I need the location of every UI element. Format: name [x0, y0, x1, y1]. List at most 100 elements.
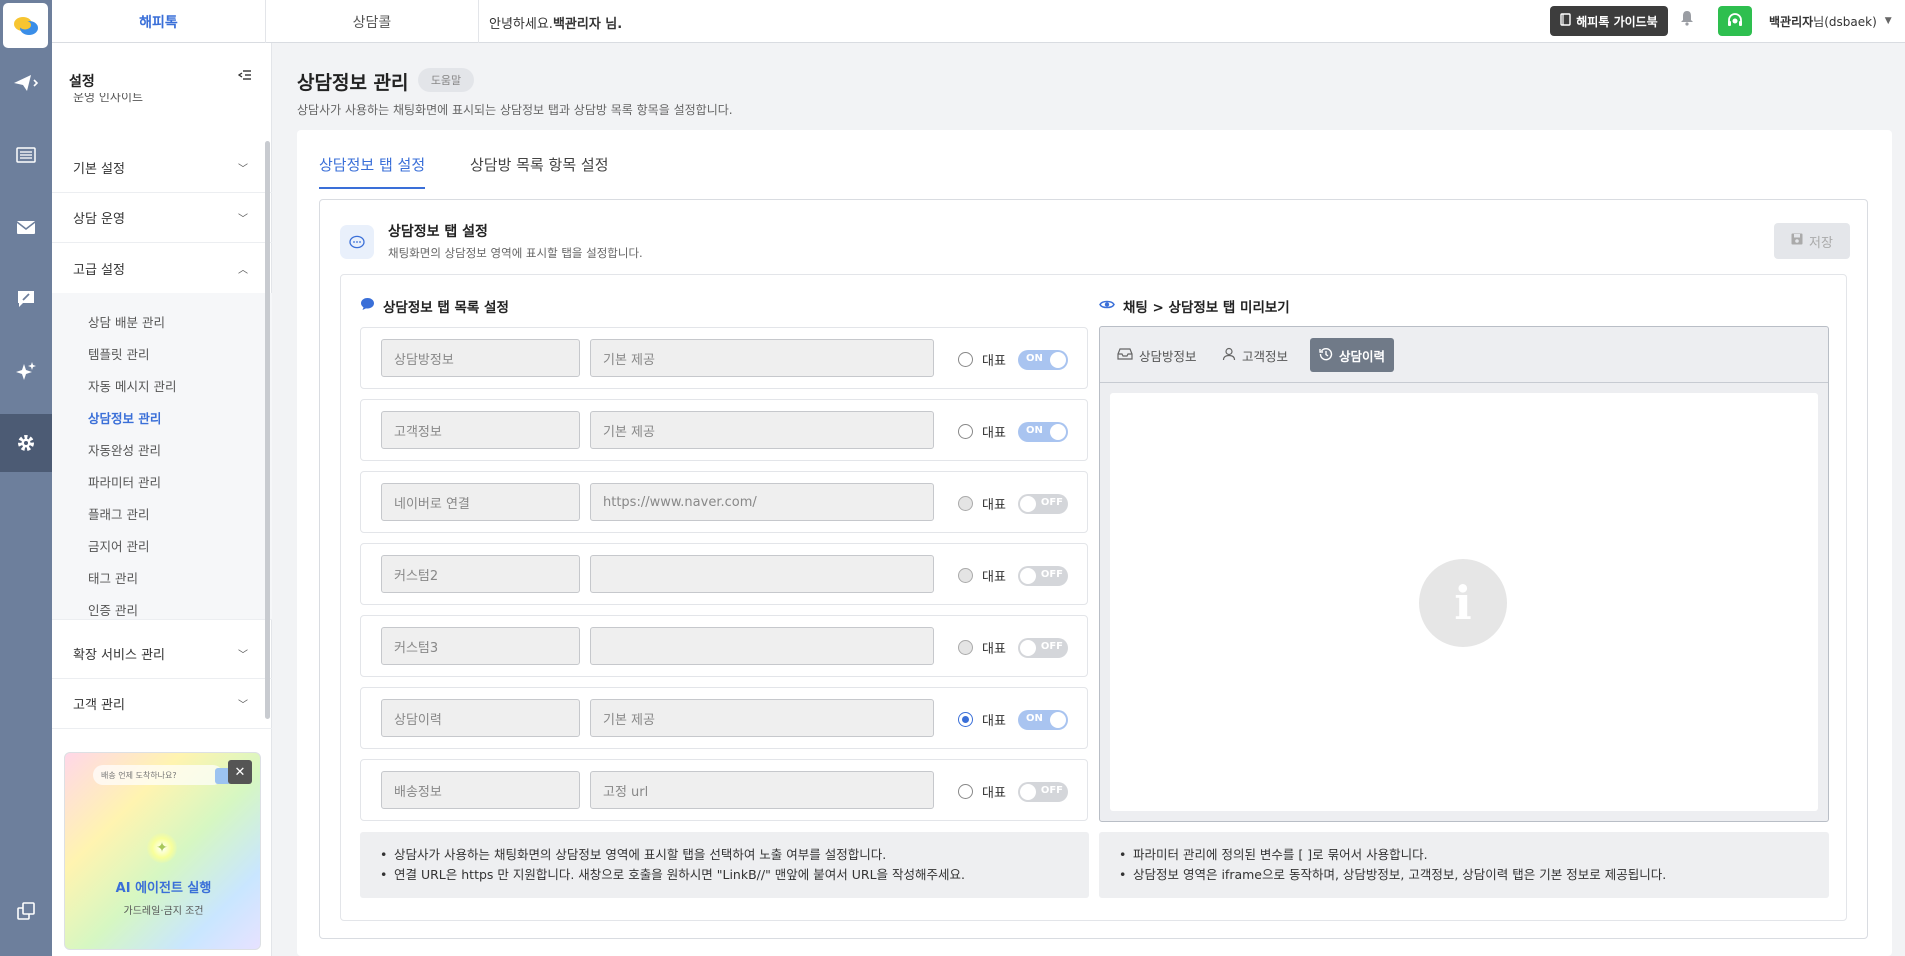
- mail-icon[interactable]: [0, 198, 52, 256]
- save-button[interactable]: 저장: [1774, 223, 1850, 259]
- preview-tab-customer-info[interactable]: 고객정보: [1213, 338, 1297, 372]
- toggle-label: OFF: [1040, 569, 1063, 580]
- sidebar-advanced-submenu: 상담 배분 관리 템플릿 관리 자동 메시지 관리 상담정보 관리 자동완성 관…: [52, 293, 272, 620]
- tab-row: 고객정보 기본 제공 대표 ON: [360, 399, 1088, 461]
- close-icon[interactable]: ✕: [228, 760, 252, 784]
- send-icon[interactable]: [0, 54, 52, 112]
- representative-radio[interactable]: [958, 424, 973, 439]
- greeting-prefix: 안녕하세요.: [489, 17, 553, 32]
- sidebar-item-tag[interactable]: 태그 관리: [88, 568, 138, 587]
- guide-book-button[interactable]: 해피톡 가이드북: [1550, 6, 1668, 36]
- visibility-toggle[interactable]: ON: [1018, 350, 1068, 370]
- sidebar-item-insight[interactable]: 운영 인사이트: [73, 93, 143, 105]
- chevron-down-icon: ﹀: [238, 650, 248, 661]
- preview-tab-history[interactable]: 상담이력: [1310, 338, 1395, 372]
- tab-row: 상담방정보 기본 제공 대표 ON: [360, 327, 1088, 389]
- tab-url-input[interactable]: [590, 627, 934, 665]
- tab-name-input[interactable]: 상담방정보: [381, 339, 580, 377]
- external-link-icon[interactable]: [0, 882, 52, 940]
- tab-counsel-info-tab-settings[interactable]: 상담정보 탭 설정: [319, 154, 426, 189]
- inbox-icon: [1117, 347, 1133, 363]
- note-item: 연결 URL은 https 만 지원합니다. 새창으로 호출을 원하시면 "Li…: [380, 865, 1069, 885]
- top-tab-counsel-call[interactable]: 상담콜: [266, 0, 479, 43]
- eye-icon: [1099, 299, 1115, 314]
- sidebar-item-flag[interactable]: 플래그 관리: [88, 504, 149, 523]
- tab-url-input[interactable]: 기본 제공: [590, 699, 934, 737]
- ai-sparkle-icon[interactable]: [0, 342, 52, 400]
- chat-edit-icon[interactable]: [0, 270, 52, 328]
- sidebar-section-customer[interactable]: 고객 관리 ﹀: [52, 679, 272, 729]
- headset-icon[interactable]: [1718, 6, 1752, 36]
- representative-radio[interactable]: [958, 784, 973, 799]
- tab-url-input[interactable]: [590, 555, 934, 593]
- tab-settings-section: 상담정보 탭 설정 채팅화면의 상담정보 영역에 표시할 탭을 설정합니다. 저…: [319, 199, 1868, 939]
- promo-subtitle: 가드레일·금지 조건: [123, 906, 204, 917]
- sidebar-section-advanced[interactable]: 고급 설정 ︿: [52, 243, 272, 293]
- bell-icon[interactable]: [1680, 10, 1694, 30]
- visibility-toggle[interactable]: OFF: [1018, 566, 1068, 586]
- tab-url-input[interactable]: https://www.naver.com/: [590, 483, 934, 521]
- tab-room-list-settings[interactable]: 상담방 목록 항목 설정: [470, 154, 609, 187]
- happytalk-logo-icon[interactable]: [3, 3, 48, 48]
- visibility-toggle[interactable]: OFF: [1018, 782, 1068, 802]
- help-button[interactable]: 도움말: [418, 68, 474, 92]
- settings-gear-icon[interactable]: [0, 414, 52, 472]
- tab-row: 커스텀2 대표 OFF: [360, 543, 1088, 605]
- user-menu[interactable]: 백관리자 님(dsbaek) ▼: [1760, 7, 1905, 35]
- tab-name-input[interactable]: 상담이력: [381, 699, 580, 737]
- sidebar-item-parameter[interactable]: 파라미터 관리: [88, 472, 161, 491]
- tab-url-input[interactable]: 고정 url: [590, 771, 934, 809]
- sidebar-section-basic[interactable]: 기본 설정 ﹀: [52, 143, 272, 193]
- ai-agent-promo[interactable]: 배송 언제 도착하나요? ✕ ✦ AI 에이전트 실행 가드레일·금지 조건: [64, 752, 261, 950]
- collapse-menu-icon[interactable]: [237, 69, 252, 85]
- sidebar-section-extension[interactable]: 확장 서비스 관리 ﹀: [52, 629, 272, 679]
- sidebar-section-operation[interactable]: 상담 운영 ﹀: [52, 193, 272, 243]
- history-icon: [1319, 347, 1333, 364]
- sidebar-item-counsel-info[interactable]: 상담정보 관리: [88, 408, 161, 427]
- sidebar-section-label: 확장 서비스 관리: [73, 648, 165, 663]
- tab-row: 커스텀3 대표 OFF: [360, 615, 1088, 677]
- toggle-knob: [1050, 424, 1066, 440]
- tab-name-input[interactable]: 커스텀3: [381, 627, 580, 665]
- preview-tab-label: 상담이력: [1339, 348, 1386, 364]
- sidebar-section-label: 기본 설정: [73, 162, 125, 177]
- visibility-toggle[interactable]: ON: [1018, 422, 1068, 442]
- tab-row: 상담이력 기본 제공 대표 ON: [360, 687, 1088, 749]
- page-description: 상담사가 사용하는 채팅화면에 표시되는 상담정보 탭과 상담방 목록 항목을 …: [297, 103, 733, 117]
- representative-label: 대표: [982, 354, 1006, 369]
- sidebar-scrollbar[interactable]: [265, 141, 270, 719]
- chat-bubble-icon: [340, 225, 374, 259]
- sidebar-item-distribution[interactable]: 상담 배분 관리: [88, 312, 165, 331]
- sparkle-icon: ✦: [147, 833, 177, 863]
- tab-name-input[interactable]: 네이버로 연결: [381, 483, 580, 521]
- sidebar-item-auth[interactable]: 인증 관리: [88, 600, 138, 619]
- tab-list-notes: 상담사가 사용하는 채팅화면의 상담정보 영역에 표시할 탭을 선택하여 노출 …: [360, 832, 1089, 898]
- tab-url-input[interactable]: 기본 제공: [590, 411, 934, 449]
- sidebar-section-label: 상담 운영: [73, 212, 125, 227]
- representative-radio[interactable]: [958, 352, 973, 367]
- settings-sidebar: 설정 운영 인사이트 기본 설정 ﹀ 상담 운영 ﹀ 고급 설정 ︿ 상담 배분 관리…: [52, 43, 272, 956]
- tab-row: 배송정보 고정 url 대표 OFF: [360, 759, 1088, 821]
- sidebar-item-autocomplete[interactable]: 자동완성 관리: [88, 440, 161, 459]
- tab-name-input[interactable]: 고객정보: [381, 411, 580, 449]
- representative-radio[interactable]: [958, 568, 973, 583]
- note-item: 상담정보 영역은 iframe으로 동작하며, 상담방정보, 고객정보, 상담이…: [1119, 865, 1809, 885]
- sidebar-item-template[interactable]: 템플릿 관리: [88, 344, 149, 363]
- save-icon: [1791, 233, 1803, 249]
- preview-heading-label: 채팅 > 상담정보 탭 미리보기: [1123, 300, 1290, 316]
- visibility-toggle[interactable]: OFF: [1018, 638, 1068, 658]
- top-tab-happytalk[interactable]: 해피톡: [52, 0, 266, 43]
- tab-name-input[interactable]: 커스텀2: [381, 555, 580, 593]
- sidebar-item-banned-words[interactable]: 금지어 관리: [88, 536, 149, 555]
- representative-radio[interactable]: [958, 712, 973, 727]
- visibility-toggle[interactable]: OFF: [1018, 494, 1068, 514]
- tab-url-input[interactable]: 기본 제공: [590, 339, 934, 377]
- info-icon: i: [1419, 559, 1507, 647]
- representative-radio[interactable]: [958, 640, 973, 655]
- sidebar-item-auto-message[interactable]: 자동 메시지 관리: [88, 376, 176, 395]
- list-icon[interactable]: [0, 126, 52, 184]
- preview-tab-room-info[interactable]: 상담방정보: [1108, 338, 1206, 372]
- representative-radio[interactable]: [958, 496, 973, 511]
- visibility-toggle[interactable]: ON: [1018, 710, 1068, 730]
- tab-name-input[interactable]: 배송정보: [381, 771, 580, 809]
